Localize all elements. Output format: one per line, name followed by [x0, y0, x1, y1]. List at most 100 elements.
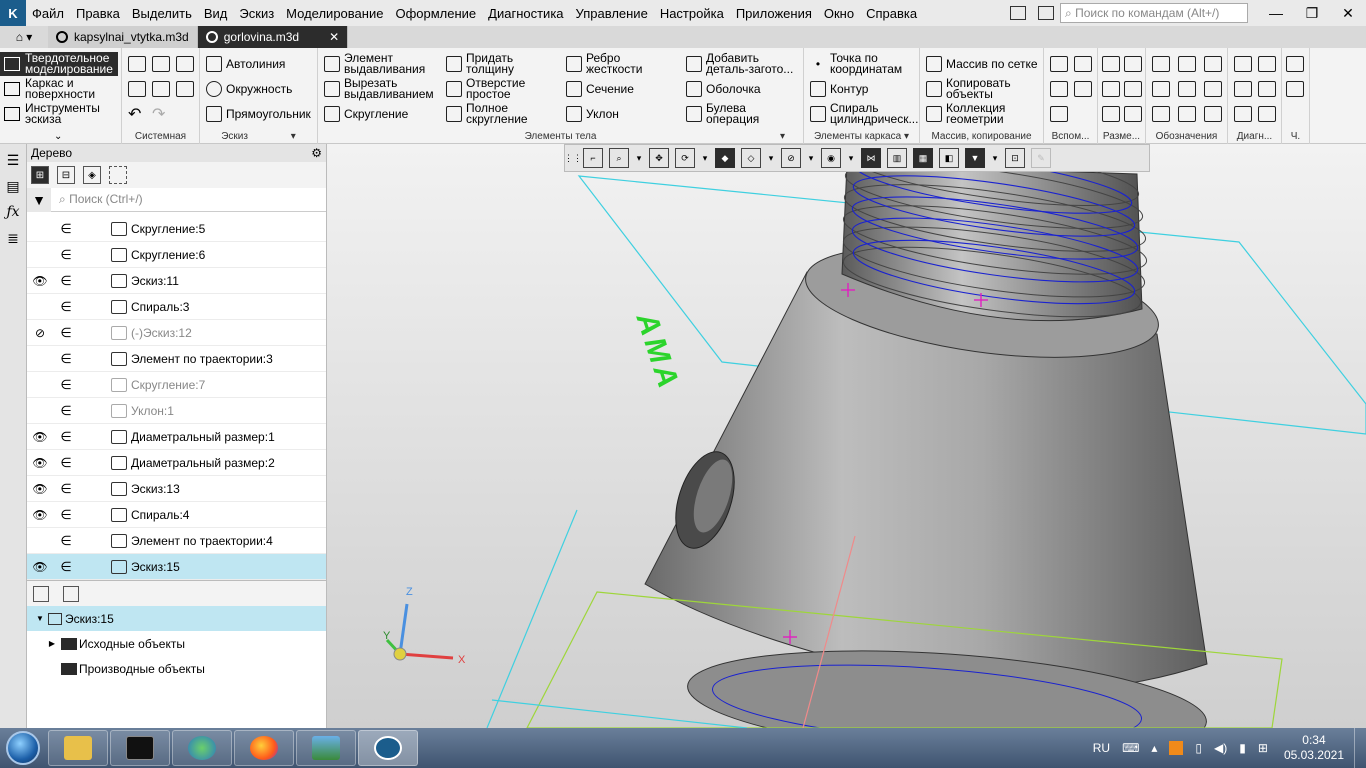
taskbar-network[interactable]	[172, 730, 232, 766]
save-icon[interactable]	[176, 56, 194, 72]
aux-point-icon[interactable]	[1050, 81, 1068, 97]
show-desktop-button[interactable]	[1354, 728, 1366, 768]
menu-item[interactable]: Диагностика	[482, 6, 569, 21]
network-signal-icon[interactable]: ▮	[1239, 741, 1246, 755]
geometry-collection-button[interactable]: Коллекция геометрии	[926, 102, 1016, 125]
panel-layout-icon[interactable]	[1010, 6, 1026, 20]
angle-dim-icon[interactable]	[1102, 81, 1120, 97]
extrude-button[interactable]: Элемент выдавливания	[324, 52, 430, 75]
3d-viewport[interactable]: АМА Z X Y ⋮⋮ ⌐ ⌕ ▾ ✥ ⟳ ▾ ◆ ◇ ▾ ⊘ ▾ ◉ ▾ ⋈…	[327, 144, 1366, 728]
visibility-eye-icon[interactable]: 👁	[27, 560, 53, 574]
mass-icon[interactable]	[1234, 81, 1252, 97]
minimize-button[interactable]: —	[1258, 5, 1294, 21]
shaded-view-icon[interactable]: ◆	[715, 148, 735, 168]
cylindrical-spiral-button[interactable]: Спираль цилиндрическ...	[810, 102, 922, 125]
rebuild-icon[interactable]	[176, 81, 194, 97]
mode-solid-modeling[interactable]: Твердотельное моделирование	[0, 52, 118, 76]
display-mode-icon[interactable]: ◧	[939, 148, 959, 168]
aux-line-icon[interactable]	[1050, 106, 1068, 122]
orientation-icon[interactable]: ⌐	[583, 148, 603, 168]
diameter-dim-icon[interactable]	[1124, 81, 1142, 97]
menu-item[interactable]: Справка	[860, 6, 923, 21]
command-search-input[interactable]: ⌕ Поиск по командам (Alt+/)	[1060, 3, 1248, 23]
arc-dim-icon[interactable]	[1124, 106, 1142, 122]
menu-item[interactable]: Эскиз	[233, 6, 280, 21]
mode-wireframe[interactable]: Каркас и поверхности	[0, 77, 118, 101]
language-indicator[interactable]: RU	[1093, 741, 1110, 755]
menu-item[interactable]: Настройка	[654, 6, 730, 21]
autoline-button[interactable]: Автолиния	[206, 56, 285, 72]
derived-objects-node[interactable]: Производные объекты	[27, 656, 326, 681]
print-icon[interactable]	[128, 81, 146, 97]
menu-item[interactable]: Выделить	[126, 6, 198, 21]
taskbar-firefox[interactable]	[234, 730, 294, 766]
thread-icon[interactable]	[1178, 56, 1196, 72]
menu-item[interactable]: Правка	[70, 6, 126, 21]
menu-item[interactable]: Управление	[570, 6, 654, 21]
tab-document-1[interactable]: kapsylnai_vtytka.m3d	[48, 26, 198, 48]
clock[interactable]: 0:34 05.03.2021	[1284, 733, 1344, 763]
text-note-icon[interactable]	[1204, 106, 1222, 122]
position-icon[interactable]	[1178, 106, 1196, 122]
tolerance-icon[interactable]	[1178, 81, 1196, 97]
aux-cs-icon[interactable]	[1074, 81, 1092, 97]
expand-icon[interactable]: ▶	[47, 639, 57, 648]
tab-document-2[interactable]: gorlovina.m3d ✕	[197, 26, 349, 48]
point-by-coords-button[interactable]: • Точка по координатам	[810, 52, 916, 75]
properties-root[interactable]: ▼ Эскиз:15	[27, 606, 326, 631]
fillet-button[interactable]: Скругление	[324, 106, 408, 122]
help-diag-icon[interactable]	[1258, 106, 1276, 122]
rectangle-button[interactable]: Прямоугольник	[206, 106, 311, 122]
collision-icon[interactable]	[1234, 106, 1252, 122]
aux-axis-icon[interactable]	[1074, 56, 1092, 72]
full-fillet-button[interactable]: Полное скругление	[446, 102, 546, 125]
pan-icon[interactable]: ✥	[649, 148, 669, 168]
gear-icon[interactable]: ⚙	[311, 146, 322, 160]
visibility-icon[interactable]: ◉	[821, 148, 841, 168]
visibility-eye-icon[interactable]: ⊘	[27, 326, 53, 340]
taskbar-image-viewer[interactable]	[296, 730, 356, 766]
source-objects-node[interactable]: ▶ Исходные объекты	[27, 631, 326, 656]
tree-row[interactable]: ∈ Уклон:1	[27, 398, 326, 424]
cut-extrude-button[interactable]: Вырезать выдавливанием	[324, 77, 436, 100]
menu-item[interactable]: Файл	[26, 6, 70, 21]
chevron-down-icon[interactable]: ▾	[635, 148, 643, 168]
auto-dim-icon[interactable]	[1102, 106, 1120, 122]
layers-icon[interactable]	[1286, 56, 1304, 72]
close-tab-icon[interactable]: ✕	[329, 30, 339, 44]
structure-view-icon[interactable]: ⊞	[31, 166, 49, 184]
check-icon[interactable]	[1258, 81, 1276, 97]
settings-panel-icon[interactable]	[1038, 6, 1054, 20]
filter-icon[interactable]: ▼	[965, 148, 985, 168]
aux-plane-icon[interactable]	[1050, 56, 1068, 72]
leader-icon[interactable]	[1152, 56, 1170, 72]
visibility-eye-icon[interactable]: 👁	[27, 508, 53, 522]
visibility-eye-icon[interactable]: 👁	[27, 456, 53, 470]
tree-panel-icon[interactable]: ☰	[5, 152, 21, 168]
variables-icon[interactable]: ƒx	[5, 204, 21, 220]
home-icon[interactable]: ⌂ ▾	[0, 26, 48, 48]
section-button[interactable]: Сечение	[566, 81, 634, 97]
tree-row[interactable]: 👁 ∈ Эскиз:13	[27, 476, 326, 502]
properties-panel-icon[interactable]: ▤	[5, 178, 21, 194]
rib-button[interactable]: Ребро жесткости	[566, 52, 652, 75]
weld-icon[interactable]	[1152, 106, 1170, 122]
restore-button[interactable]: ❐	[1294, 5, 1330, 22]
visibility-eye-icon[interactable]: 👁	[27, 430, 53, 444]
menu-item[interactable]: Оформление	[389, 6, 482, 21]
selection-filter-icon[interactable]: ⊡	[1005, 148, 1025, 168]
undo-icon[interactable]: ↶	[128, 104, 141, 124]
app-tray-icon[interactable]	[1169, 741, 1184, 755]
new-file-icon[interactable]	[128, 56, 146, 72]
menu-item[interactable]: Окно	[818, 6, 860, 21]
perspective-icon[interactable]: ▦	[913, 148, 933, 168]
linear-dim-icon[interactable]	[1102, 56, 1120, 72]
rotate-icon[interactable]: ⟳	[675, 148, 695, 168]
copy-objects-button[interactable]: Копировать объекты	[926, 77, 1016, 100]
contour-button[interactable]: Контур	[810, 81, 868, 97]
selection-view-icon[interactable]	[109, 166, 127, 184]
chevron-down-icon[interactable]: ▾	[847, 148, 855, 168]
shell-button[interactable]: Оболочка	[686, 81, 761, 97]
tree-row[interactable]: ∈ Скругление:7	[27, 372, 326, 398]
tree-row[interactable]: ∈ Спираль:3	[27, 294, 326, 320]
